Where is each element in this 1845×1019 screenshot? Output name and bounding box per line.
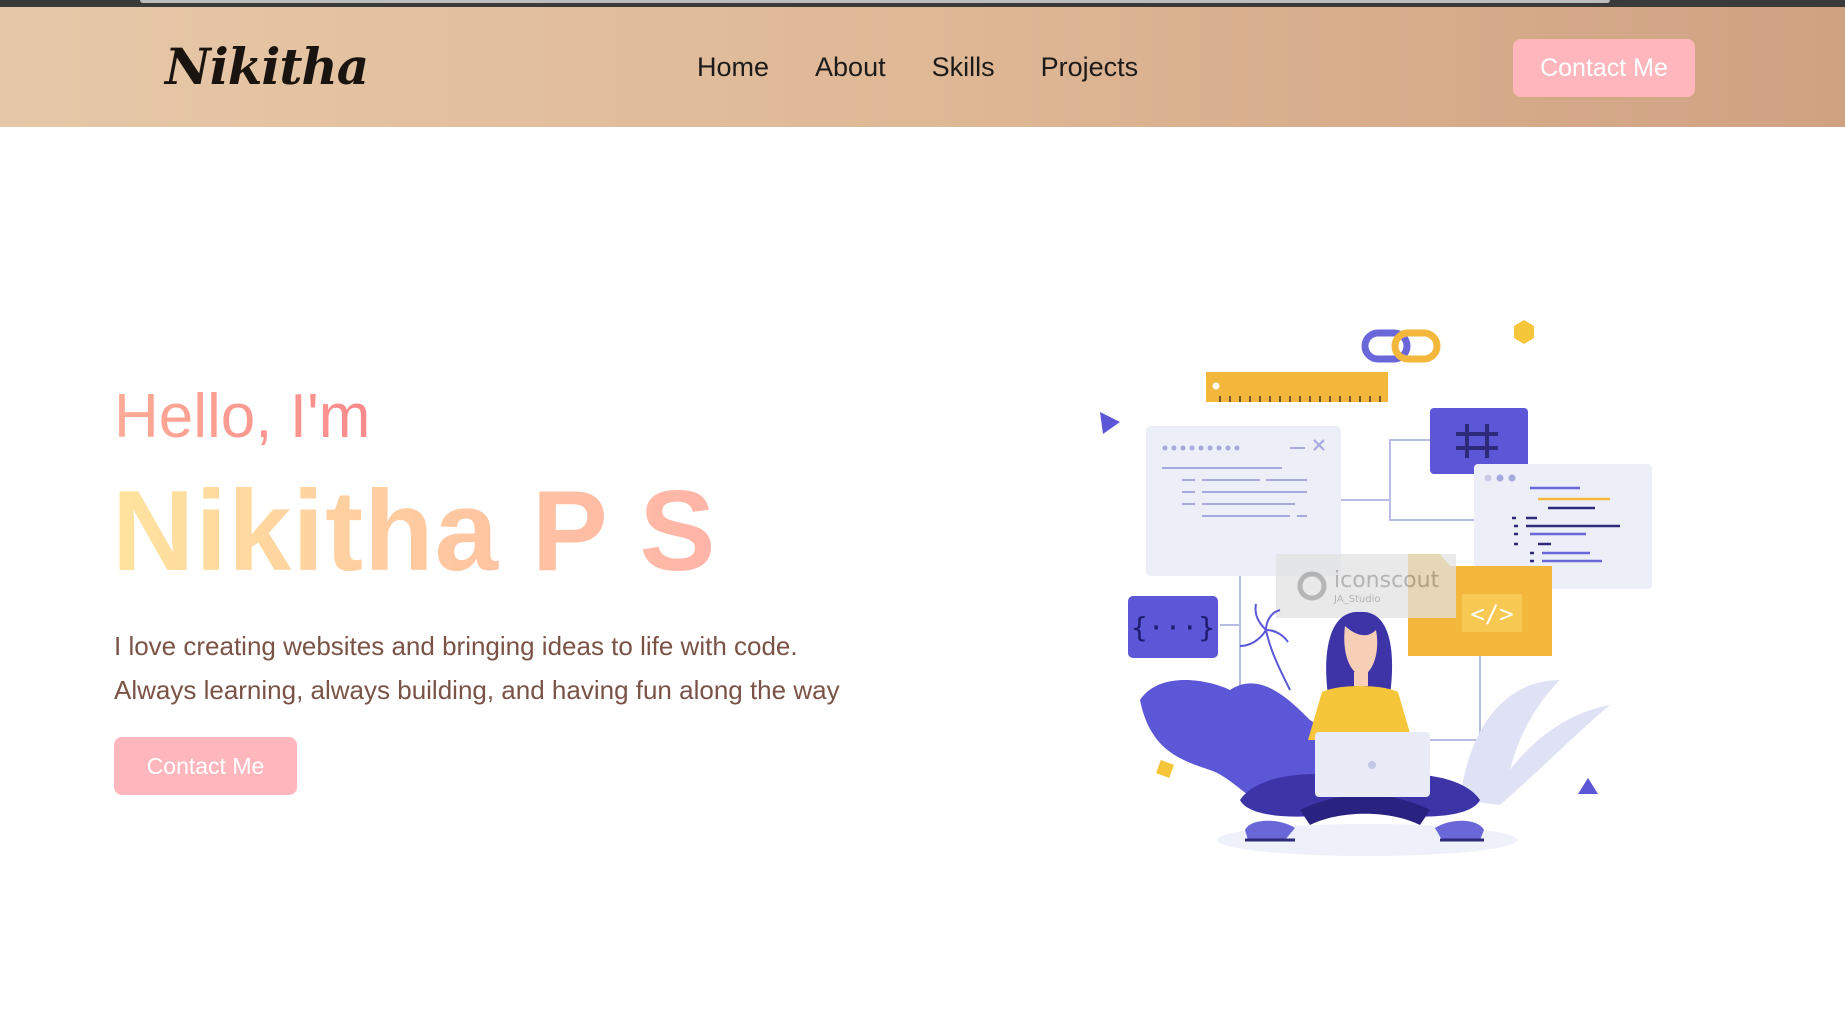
hero-name: Nikitha P S <box>112 468 717 595</box>
browser-top-strip <box>0 0 1845 7</box>
site-header: Nikitha Home About Skills Projects Conta… <box>0 7 1845 127</box>
hero-description-line-1: I love creating websites and bringing id… <box>114 631 798 661</box>
hero-greeting: Hello, I'm <box>114 382 371 451</box>
triangle-shape-left <box>1100 412 1120 434</box>
hero-description-line-2: Always learning, always building, and ha… <box>114 675 840 705</box>
nav-projects[interactable]: Projects <box>1041 52 1139 83</box>
header-contact-button[interactable]: Contact Me <box>1513 39 1695 97</box>
hero-contact-button[interactable]: Contact Me <box>114 737 297 795</box>
triangle-shape-right <box>1578 778 1598 794</box>
nav-about[interactable]: About <box>815 52 886 83</box>
hero-description: I love creating websites and bringing id… <box>114 624 840 712</box>
watermark-brand: iconscout <box>1334 568 1440 593</box>
nav-skills[interactable]: Skills <box>932 52 995 83</box>
main-nav: Home About Skills Projects <box>697 52 1138 83</box>
hexagon-shape <box>1514 320 1534 344</box>
ruler-icon <box>1206 372 1388 402</box>
chain-link-icon <box>1361 329 1441 363</box>
watermark-author: JA_Studio <box>1333 594 1380 605</box>
browser-window-card <box>1146 426 1341 576</box>
nav-home[interactable]: Home <box>697 52 769 83</box>
svg-text:{···}: {···} <box>1131 611 1215 644</box>
site-logo[interactable]: Nikitha <box>165 37 369 96</box>
browser-scroll-indicator <box>140 0 1610 3</box>
iconscout-watermark: iconscout JA_Studio <box>1276 554 1456 618</box>
svg-text:</>: </> <box>1470 600 1513 628</box>
developer-illustration: {···} </> iconscout JA_Studio <box>1100 320 1652 856</box>
braces-icon: {···} <box>1128 596 1218 658</box>
small-square-shape <box>1156 760 1174 778</box>
